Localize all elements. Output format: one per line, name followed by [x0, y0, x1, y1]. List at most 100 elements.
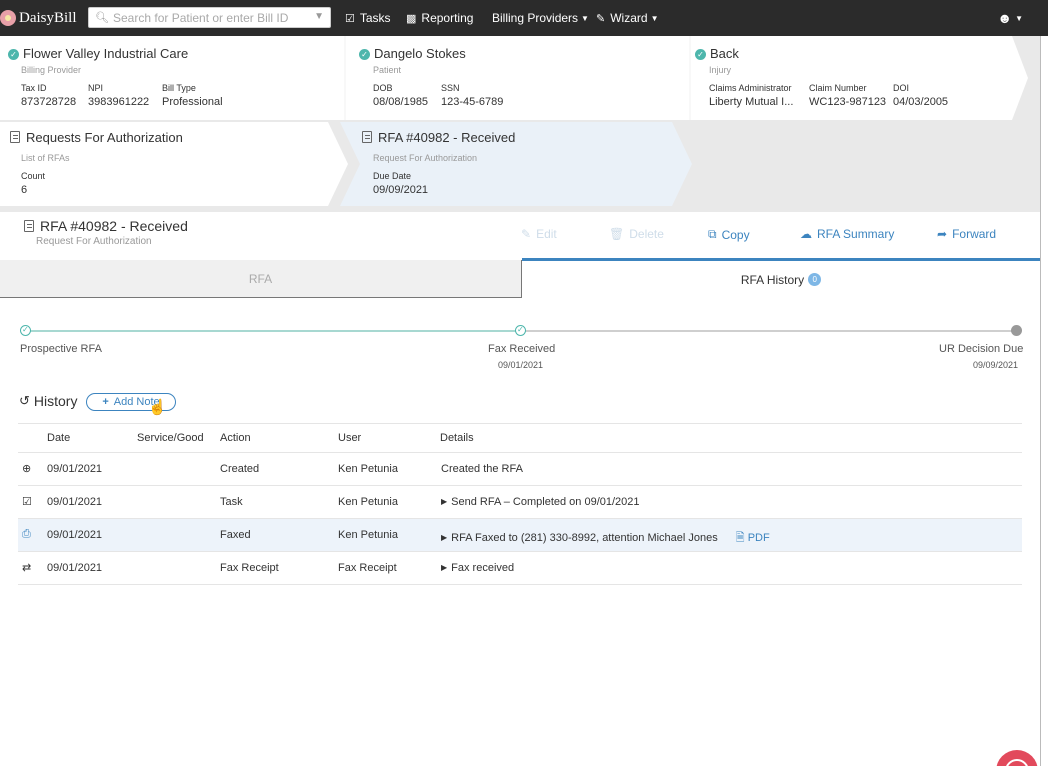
- chat-help-button[interactable]: [996, 750, 1038, 766]
- doi-label: DOI: [893, 83, 910, 93]
- edit-label: Edit: [536, 227, 557, 241]
- history-table-header: Date Service/Good Action User Details: [18, 423, 1022, 453]
- row-user: Ken Petunia: [338, 529, 398, 541]
- history-heading: ↺ History: [19, 393, 77, 409]
- page-title-text: RFA #40982 - Received: [40, 218, 188, 234]
- row-details-toggle[interactable]: ▶ RFA Faxed to (281) 330-8992, attention …: [441, 529, 770, 548]
- plus-circle-icon: ⊕: [22, 463, 32, 475]
- row-details-toggle[interactable]: ▶ Send RFA – Completed on 09/01/2021: [441, 496, 640, 508]
- dob-label: DOB: [373, 83, 393, 93]
- timeline-step-pending-dot: [1011, 325, 1022, 336]
- copy-button[interactable]: ⧉ Copy: [708, 227, 750, 242]
- page-subtitle: Request For Authorization: [36, 236, 152, 247]
- patient-sub: Patient: [373, 65, 402, 75]
- top-navbar: DaisyBill 🔍︎ ▼ ☑ Tasks ▩ Reporting Billi…: [0, 0, 1048, 36]
- search-icon: 🔍︎: [95, 12, 109, 24]
- timeline-step-label: Fax Received: [488, 343, 556, 355]
- document-icon: [10, 131, 20, 143]
- exchange-icon: ⇄: [22, 562, 32, 574]
- edit-button[interactable]: ✎ Edit: [521, 227, 557, 241]
- column-header: User: [338, 432, 362, 444]
- caret-right-icon: ▶: [441, 533, 448, 542]
- dob-value: 08/08/1985: [373, 96, 429, 108]
- column-header: Details: [440, 432, 474, 444]
- row-date: 09/01/2021: [47, 463, 103, 475]
- row-action: Task: [220, 496, 243, 508]
- due-date-value: 09/09/2021: [373, 184, 429, 196]
- provider-sub: Billing Provider: [21, 65, 82, 75]
- chevron-down-icon: ▼: [650, 13, 659, 23]
- bill-type-value: Professional: [162, 96, 223, 108]
- forward-button[interactable]: ➦ Forward: [937, 227, 996, 241]
- table-row[interactable]: ⎙ 09/01/2021 Faxed Ken Petunia ▶ RFA Faxe…: [18, 519, 1022, 552]
- nav-wizard[interactable]: ✎ Wizard ▼: [596, 0, 658, 36]
- table-row[interactable]: ☑ 09/01/2021 Task Ken Petunia ▶ Send RFA …: [18, 486, 1022, 519]
- column-header: Action: [220, 432, 251, 444]
- row-user: Ken Petunia: [338, 496, 398, 508]
- bar-chart-icon: ▩: [406, 12, 417, 25]
- row-date: 09/01/2021: [47, 496, 103, 508]
- pdf-attachment-link[interactable]: 🗎︎ PDF: [736, 532, 770, 544]
- check-icon: ✓: [359, 49, 370, 60]
- nav-reporting[interactable]: ▩ Reporting: [406, 0, 473, 36]
- fax-icon: ⎙: [22, 528, 31, 540]
- column-header: Service/Good: [137, 432, 204, 444]
- caret-right-icon: ▶: [441, 497, 448, 506]
- pdf-file-icon: 🗎︎: [735, 532, 745, 544]
- rfa-summary-button[interactable]: ☁ RFA Summary: [800, 227, 894, 241]
- history-count-badge: 0: [808, 273, 822, 286]
- tab-rfa[interactable]: RFA: [0, 260, 522, 298]
- nav-tasks[interactable]: ☑ Tasks: [345, 0, 391, 36]
- caret-right-icon: ▶: [441, 563, 448, 572]
- user-menu[interactable]: ☻ ▼: [997, 0, 1023, 36]
- rfa-current-sub: Request For Authorization: [373, 153, 478, 163]
- rfa-list-sub: List of RFAs: [21, 153, 70, 163]
- tab-rfa-history[interactable]: RFA History 0: [522, 258, 1040, 298]
- search-input[interactable]: [113, 10, 309, 25]
- row-date: 09/01/2021: [47, 562, 103, 574]
- row-details-toggle[interactable]: ▶ Fax received: [441, 562, 514, 574]
- claims-admin-value: Liberty Mutual I...: [709, 96, 794, 108]
- row-date: 09/01/2021: [47, 529, 103, 541]
- copy-label: Copy: [721, 227, 750, 242]
- table-row[interactable]: ⊕ 09/01/2021 Created Ken Petunia Created…: [18, 453, 1022, 486]
- trash-icon: 🗑︎: [609, 227, 625, 241]
- timeline-step-check-icon: [515, 325, 526, 336]
- ssn-value: 123-45-6789: [441, 96, 504, 108]
- app-name: DaisyBill: [19, 9, 77, 26]
- npi-value: 3983961222: [88, 96, 150, 108]
- row-action: Created: [220, 463, 260, 475]
- page-title: RFA #40982 - Received: [24, 218, 188, 234]
- chevron-down-icon: ▼: [1015, 13, 1023, 23]
- delete-button[interactable]: 🗑︎ Delete: [609, 227, 664, 241]
- due-date-label: Due Date: [373, 171, 412, 181]
- claims-admin-label: Claims Administrator: [709, 83, 792, 93]
- timeline-step-label: Prospective RFA: [20, 343, 102, 355]
- tab-rfa-history-label: RFA History: [740, 272, 805, 287]
- row-action: Faxed: [220, 529, 251, 541]
- history-icon: ↺: [19, 393, 30, 408]
- timeline-step-date: 09/01/2021: [498, 360, 544, 370]
- timeline-step-check-icon: [20, 325, 31, 336]
- document-icon: [362, 131, 372, 143]
- rfa-list-title: Requests For Authorization: [26, 130, 183, 145]
- row-details: Created the RFA: [441, 463, 523, 475]
- plus-icon: +: [102, 396, 109, 408]
- share-icon: ➦: [937, 227, 948, 241]
- search-box[interactable]: 🔍︎ ▼: [88, 7, 331, 28]
- chevron-down-icon[interactable]: ▼: [314, 11, 324, 22]
- nav-reporting-label: Reporting: [421, 11, 474, 25]
- logo[interactable]: DaisyBill: [0, 8, 77, 28]
- nav-billing-providers[interactable]: Billing Providers ▼: [492, 0, 589, 36]
- checklist-icon: ☑: [345, 12, 355, 25]
- tax-id-label: Tax ID: [21, 83, 47, 93]
- table-row[interactable]: ⇄ 09/01/2021 Fax Receipt Fax Receipt ▶ Fa…: [18, 552, 1022, 585]
- context-cards: ✓ Flower Valley Industrial Care Billing P…: [0, 36, 1040, 212]
- chevron-down-icon: ▼: [581, 13, 589, 23]
- history-title-text: History: [33, 393, 78, 409]
- offscreen-panel-edge: [1040, 36, 1048, 766]
- patient-name: Dangelo Stokes: [374, 46, 466, 61]
- document-icon: [24, 220, 34, 232]
- injury-name: Back: [710, 46, 739, 61]
- pdf-label: PDF: [747, 532, 770, 544]
